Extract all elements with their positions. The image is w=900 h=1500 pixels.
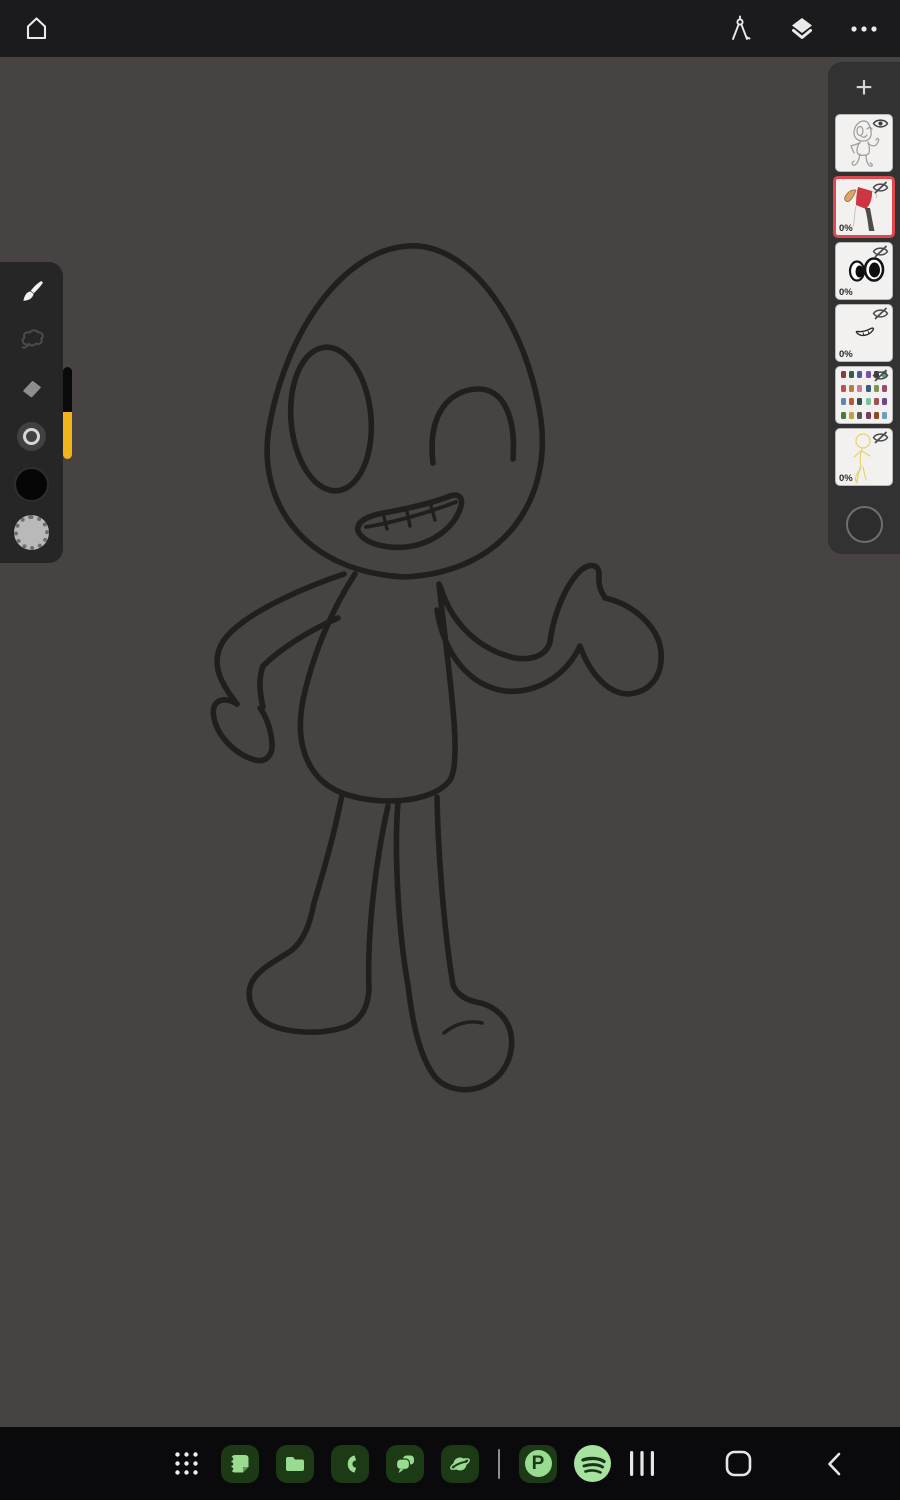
- drawing-app-screen: + 0% 0% 0% 0% P: [0, 0, 900, 1500]
- home-icon: [26, 17, 46, 40]
- spotify-icon: [580, 1456, 606, 1474]
- layer-hidden-icon[interactable]: [872, 307, 889, 320]
- layer-thumbnail-lineart[interactable]: [835, 114, 893, 172]
- more-options-button[interactable]: [846, 11, 882, 47]
- layer-opacity-label: 0%: [839, 223, 853, 234]
- recents-button[interactable]: [624, 1446, 660, 1482]
- layer-visible-icon[interactable]: [872, 117, 889, 130]
- color-puck-tool[interactable]: [12, 417, 52, 457]
- layer-opacity-label: 0%: [839, 473, 853, 484]
- gallery-home-button[interactable]: [18, 11, 54, 47]
- spotify-app-button[interactable]: [574, 1445, 611, 1482]
- layer-opacity-label: 0%: [839, 349, 853, 360]
- puck-ring-icon: [23, 428, 40, 446]
- phone-icon: [347, 1455, 357, 1472]
- notes-app-button[interactable]: [221, 1444, 259, 1483]
- selection-tool[interactable]: [12, 320, 52, 360]
- browser-app-button[interactable]: [441, 1444, 479, 1483]
- folder-icon: [286, 1456, 304, 1471]
- dock-divider: [498, 1448, 500, 1479]
- back-button[interactable]: [816, 1446, 852, 1482]
- layer-thumbnail-red-fill[interactable]: 0%: [833, 176, 895, 238]
- files-app-button[interactable]: [276, 1444, 314, 1483]
- layer-hidden-icon[interactable]: [872, 431, 889, 444]
- layer-editor-button[interactable]: [784, 11, 820, 47]
- layer-opacity-label: 0%: [839, 287, 853, 298]
- layer-thumbnail-mouth[interactable]: 0%: [835, 304, 893, 362]
- layer-thumbnail-eyes[interactable]: 0%: [835, 242, 893, 300]
- brush-size-slider[interactable]: [63, 367, 72, 459]
- ellipsis-icon: [851, 25, 877, 32]
- home-nav-button[interactable]: [720, 1446, 756, 1482]
- layer-hidden-icon[interactable]: [872, 181, 889, 194]
- layer-thumbnail-yellow-sketch[interactable]: 0%: [835, 428, 893, 486]
- pinterest-icon: P: [524, 1450, 552, 1477]
- nav-keys: [624, 1427, 852, 1500]
- messages-app-button[interactable]: [386, 1444, 424, 1483]
- taskbar-dock: P: [168, 1427, 611, 1500]
- layer-hidden-icon[interactable]: [872, 245, 889, 258]
- recents-icon: [630, 1451, 654, 1476]
- puck-circle: [17, 422, 46, 452]
- planet-icon: [450, 1457, 470, 1470]
- transparent-color-swatch[interactable]: [12, 513, 52, 553]
- home-nav-icon: [725, 1450, 751, 1477]
- brush-icon: [22, 281, 43, 301]
- android-taskbar: P: [0, 1427, 900, 1500]
- chat-bubbles-icon: [395, 1455, 414, 1473]
- layer-thumbnail-sprites[interactable]: [835, 366, 893, 424]
- layers-icon: [792, 17, 812, 39]
- tool-palette: [0, 262, 63, 563]
- canvas-artwork: [210, 243, 664, 1093]
- lasso-icon: [21, 329, 44, 349]
- top-toolbar: [0, 0, 900, 57]
- precision-tools-button[interactable]: [722, 11, 758, 47]
- layer-hidden-icon[interactable]: [872, 369, 889, 382]
- notes-icon: [229, 1454, 249, 1472]
- back-chevron-icon: [828, 1452, 841, 1475]
- eraser-icon: [22, 381, 41, 398]
- app-grid-icon: [174, 1452, 198, 1475]
- app-drawer-button[interactable]: [168, 1446, 204, 1482]
- phone-app-button[interactable]: [331, 1444, 369, 1483]
- background-color-layer-button[interactable]: [845, 506, 883, 543]
- drawing-canvas[interactable]: [0, 57, 900, 1477]
- current-color-swatch[interactable]: [12, 465, 52, 505]
- brush-tool[interactable]: [12, 272, 52, 312]
- add-layer-button[interactable]: +: [828, 62, 900, 114]
- black-color-icon: [14, 467, 49, 503]
- eraser-tool[interactable]: [12, 368, 52, 408]
- compass-icon: [732, 15, 751, 40]
- transparent-color-icon: [14, 515, 49, 551]
- pinterest-app-button[interactable]: P: [519, 1444, 557, 1483]
- layers-panel: + 0% 0% 0% 0%: [828, 62, 900, 554]
